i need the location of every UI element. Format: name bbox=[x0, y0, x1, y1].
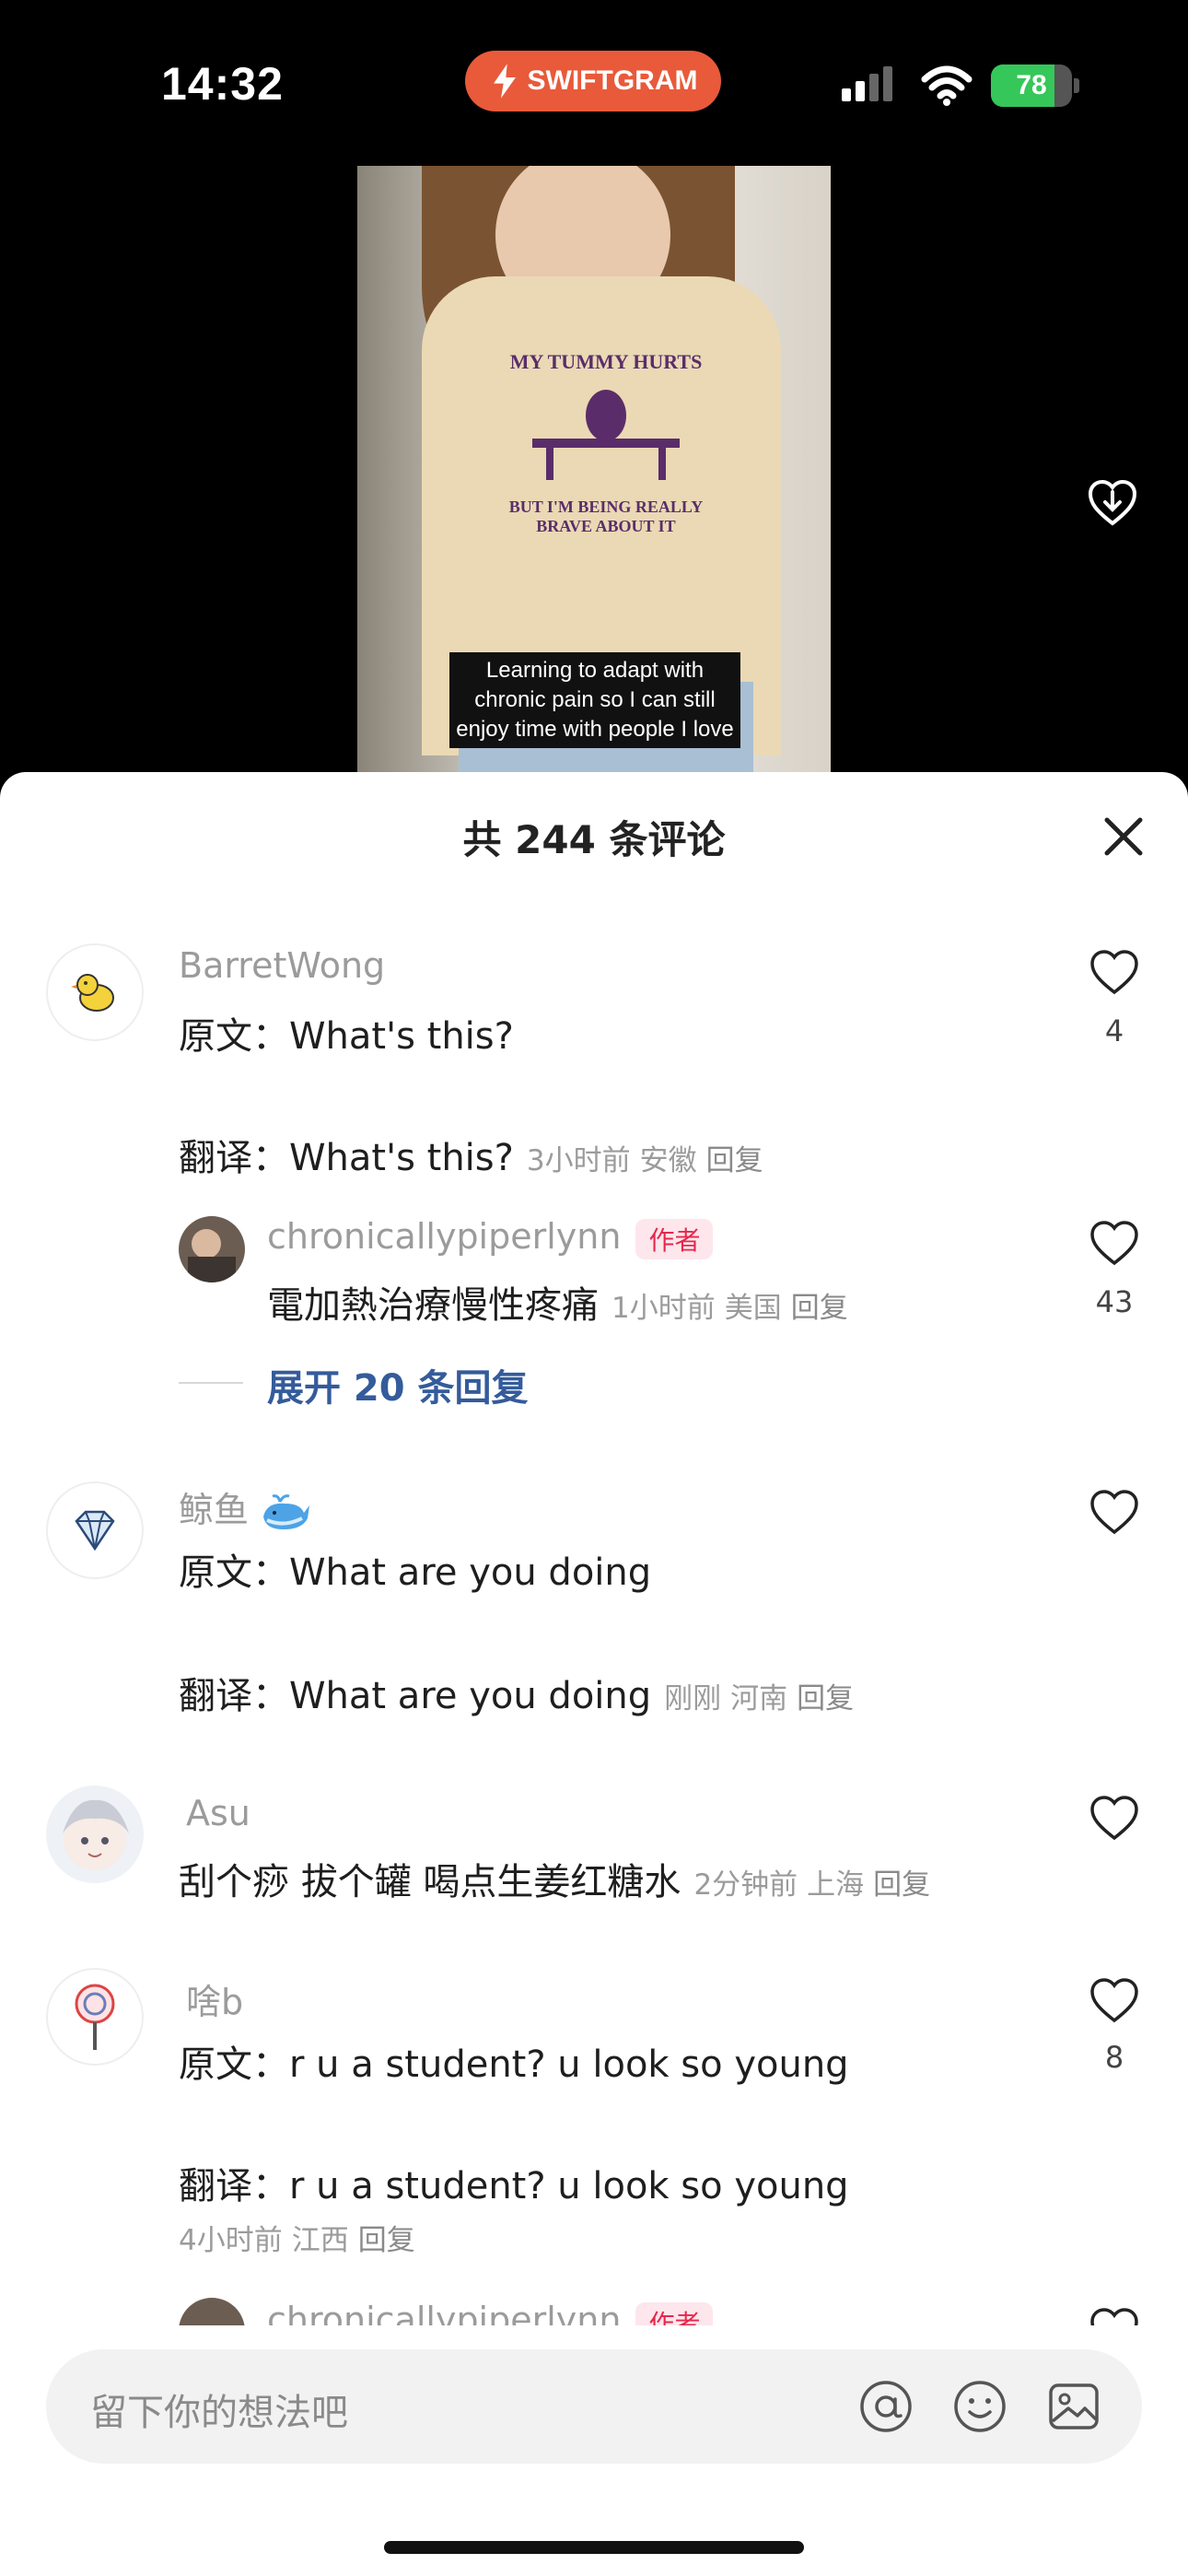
heart-icon[interactable] bbox=[1089, 1218, 1140, 1270]
battery-icon: 78 bbox=[991, 64, 1079, 107]
comment-translation: 翻译：What's this? 3小时前 安徽 回复 bbox=[179, 1128, 773, 1181]
comment-meta: 3小时前 安徽 回复 bbox=[526, 1144, 763, 1177]
reply-button[interactable]: 回复 bbox=[797, 1682, 854, 1715]
status-time: 14:32 bbox=[161, 58, 284, 110]
wifi-icon bbox=[921, 65, 973, 106]
like-count: 8 bbox=[1104, 2040, 1124, 2075]
comment-meta: 2分钟前 上海 回复 bbox=[693, 1868, 931, 1902]
author-badge: 作者 bbox=[635, 2301, 714, 2325]
heart-icon[interactable] bbox=[1089, 1793, 1140, 1844]
like-count: 4 bbox=[1104, 1013, 1124, 1048]
heart-icon[interactable] bbox=[1089, 1975, 1140, 2027]
avatar[interactable] bbox=[46, 1786, 144, 1883]
avatar[interactable] bbox=[46, 1481, 144, 1579]
comment-text: 電加熱治療慢性疼痛 1小时前 美国 回复 bbox=[267, 1275, 857, 1329]
comment-meta: 刚刚 河南 回复 bbox=[664, 1682, 855, 1715]
comment-username[interactable]: chronicallypiperlynn 作者 bbox=[267, 1216, 714, 1259]
comment-translation: 翻译：r u a student? u look so young bbox=[179, 2165, 849, 2207]
swiftgram-bolt-icon bbox=[493, 64, 516, 99]
image-icon[interactable] bbox=[1044, 2377, 1103, 2436]
comment-username[interactable]: chronicallypiperlynn 作者 bbox=[267, 2300, 714, 2325]
whale-emoji-icon bbox=[263, 1493, 310, 1529]
heart-icon[interactable] bbox=[1089, 1487, 1140, 1539]
battery-percent: 78 bbox=[1016, 70, 1047, 100]
signal-icon bbox=[842, 66, 892, 101]
heart-icon[interactable] bbox=[1089, 947, 1140, 999]
comment-username[interactable]: BarretWong bbox=[179, 945, 385, 986]
author-badge: 作者 bbox=[635, 1218, 714, 1259]
download-heart-icon[interactable] bbox=[1087, 477, 1138, 529]
home-indicator[interactable] bbox=[384, 2541, 804, 2554]
reply-button[interactable]: 回复 bbox=[706, 1144, 763, 1177]
avatar[interactable] bbox=[46, 1968, 144, 2066]
expand-replies-button[interactable]: 展开 20 条回复 bbox=[267, 1358, 529, 1411]
app-badge[interactable]: SWIFTGRAM bbox=[465, 51, 721, 111]
raccoon-graphic bbox=[532, 390, 680, 480]
comment-original: 原文：What's this? bbox=[179, 1015, 514, 1058]
comment-meta: 1小时前 美国 回复 bbox=[611, 1292, 848, 1325]
emoji-icon[interactable] bbox=[950, 2377, 1009, 2436]
reply-button[interactable]: 回复 bbox=[358, 2224, 415, 2257]
expand-divider bbox=[179, 1382, 243, 1384]
like-count: 43 bbox=[1095, 1284, 1134, 1319]
comment-sheet: 共 244 条评论 BarretWong 原文：What's this? 翻译：… bbox=[0, 772, 1188, 2576]
shirt-print: MY TUMMY HURTS BUT I'M BEING REALLY BRAV… bbox=[508, 350, 704, 535]
reply-button[interactable]: 回复 bbox=[873, 1868, 930, 1902]
comment-username[interactable]: 鲸鱼 bbox=[179, 1481, 311, 1533]
comment-username[interactable]: Asu bbox=[186, 1793, 250, 1833]
reply-button[interactable]: 回复 bbox=[791, 1292, 848, 1325]
heart-icon[interactable] bbox=[1089, 2305, 1140, 2325]
status-bar: 14:32 SWIFTGRAM 78 bbox=[0, 0, 1188, 166]
comment-input[interactable]: 留下你的想法吧 bbox=[90, 2383, 348, 2436]
at-icon[interactable] bbox=[856, 2377, 915, 2436]
avatar[interactable] bbox=[179, 1216, 245, 1282]
video-caption: Learning to adapt with chronic pain so I… bbox=[449, 652, 740, 748]
duck-avatar-icon bbox=[71, 974, 114, 1012]
comment-meta: 4小时前 江西 回复 bbox=[179, 2224, 415, 2257]
comment-original: 原文：r u a student? u look so young bbox=[179, 2043, 849, 2086]
app-badge-label: SWIFTGRAM bbox=[527, 65, 698, 96]
lollipop-avatar-icon bbox=[75, 1984, 115, 2050]
comment-text: 刮个痧 拔个罐 喝点生姜红糖水 2分钟前 上海 回复 bbox=[179, 1852, 939, 1905]
comment-username[interactable]: 啥b bbox=[186, 1973, 243, 2024]
comment-list[interactable]: BarretWong 原文：What's this? 翻译：What's thi… bbox=[0, 772, 1188, 2325]
comment-input-bar[interactable]: 留下你的想法吧 bbox=[46, 2349, 1142, 2464]
anime-avatar-icon bbox=[63, 1799, 129, 1870]
comment-original: 原文：What are you doing bbox=[179, 1551, 652, 1594]
diamond-avatar-icon bbox=[75, 1510, 115, 1551]
avatar[interactable] bbox=[46, 943, 144, 1041]
avatar[interactable] bbox=[179, 2298, 245, 2325]
comment-translation: 翻译：What are you doing 刚刚 河南 回复 bbox=[179, 1666, 863, 1719]
